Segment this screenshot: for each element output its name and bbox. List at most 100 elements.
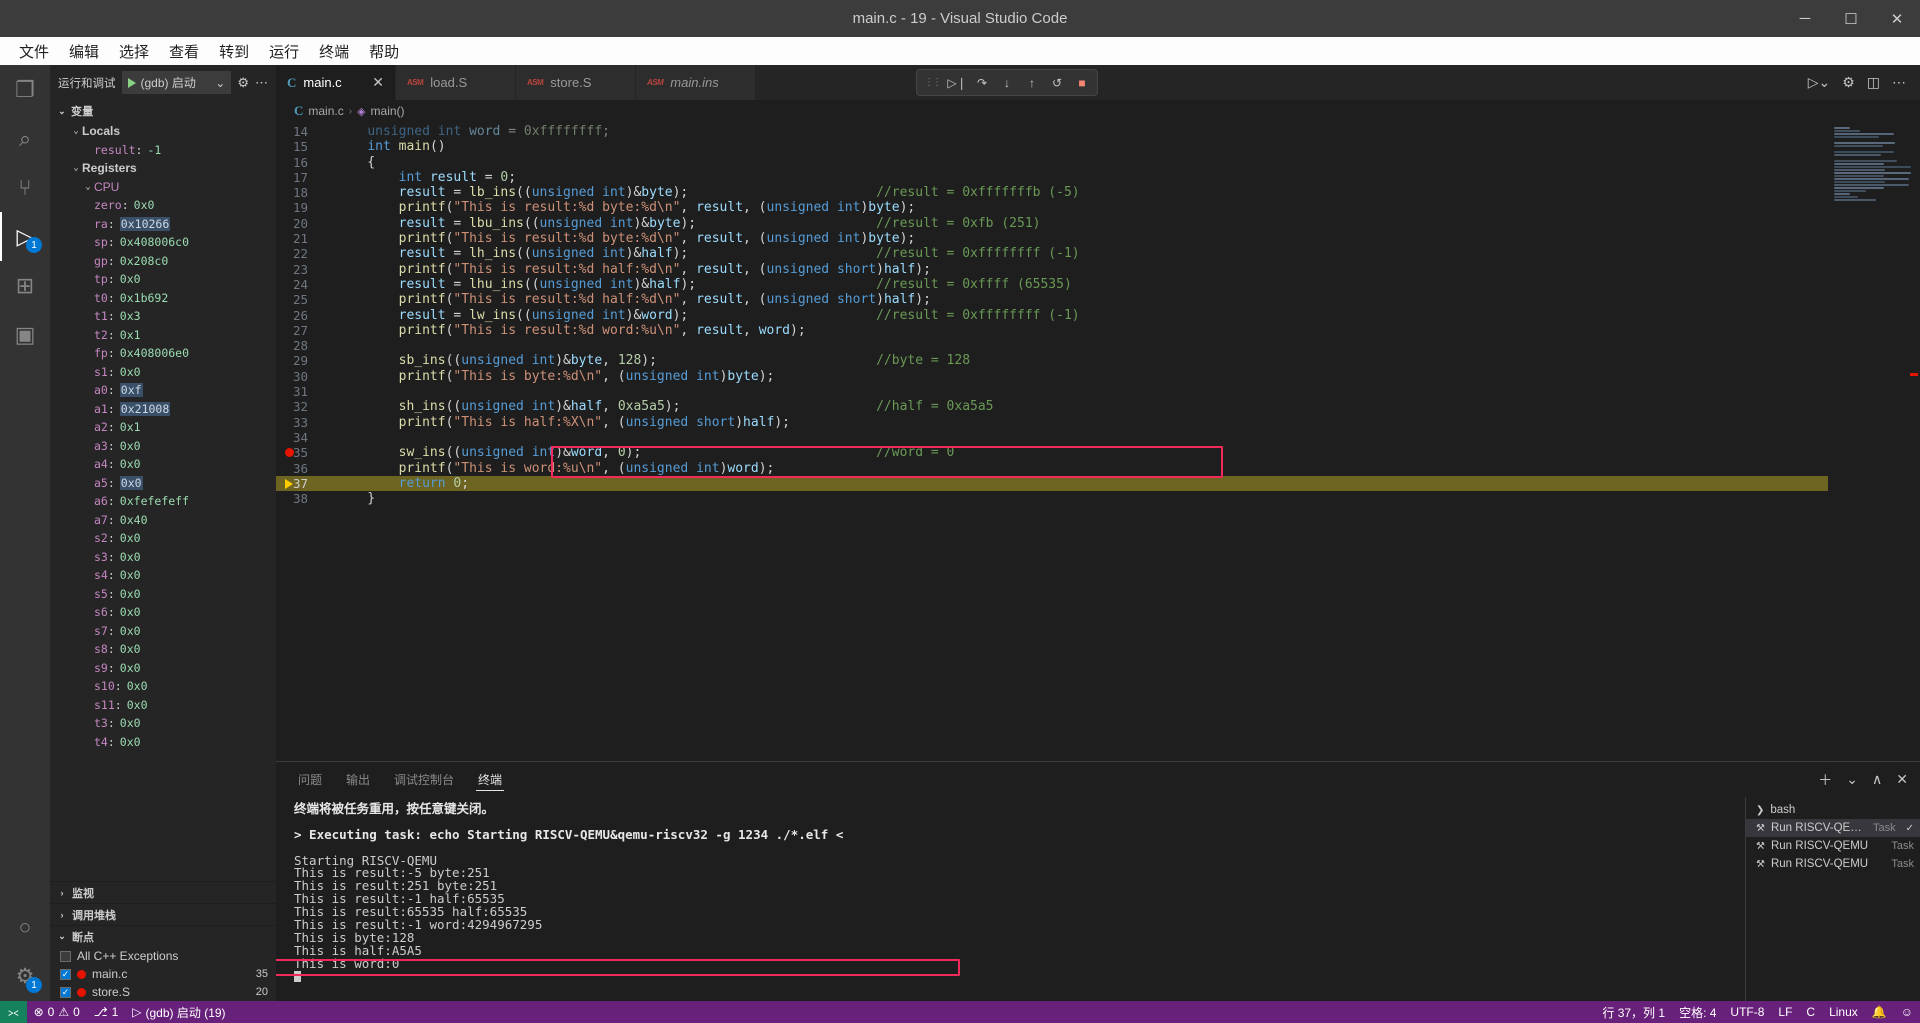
register-row[interactable]: a1:0x21008 [50, 400, 276, 419]
code-line[interactable]: 37 return 0; [276, 476, 1828, 491]
bell-icon[interactable]: 🔔 [1865, 1001, 1894, 1023]
minimap[interactable] [1828, 122, 1920, 761]
panel-tab-2[interactable]: 调试控制台 [392, 762, 456, 797]
register-row[interactable]: a0:0xf [50, 381, 276, 400]
terminal-tab[interactable]: ❯bash [1746, 801, 1920, 819]
register-row[interactable]: s11:0x0 [50, 696, 276, 715]
code-line[interactable]: 18 result = lb_ins((unsigned int)&byte);… [276, 185, 1828, 200]
code-line[interactable]: 25 printf("This is result:%d half:%d\n",… [276, 292, 1828, 307]
breakpoint-checkbox[interactable] [60, 951, 71, 962]
editor-tab-store-S[interactable]: ASMstore.S [516, 65, 636, 100]
register-row[interactable]: t0:0x1b692 [50, 289, 276, 308]
section-breakpoints[interactable]: ⌄ 断点 [50, 925, 276, 947]
code-line[interactable]: 30 printf("This is byte:%d\n", (unsigned… [276, 369, 1828, 384]
code-line[interactable]: 16 { [276, 155, 1828, 170]
panel-tab-0[interactable]: 问题 [296, 762, 324, 797]
menu-item-2[interactable]: 选择 [110, 38, 158, 65]
breakpoint-row[interactable]: All C++ Exceptions [50, 947, 276, 965]
section-variables[interactable]: ⌄ 变量 [50, 100, 276, 122]
breadcrumb-file[interactable]: main.c [308, 104, 343, 118]
cursor-position[interactable]: 行 37，列 1 [1595, 1001, 1672, 1023]
register-row[interactable]: t1:0x3 [50, 307, 276, 326]
activity-search[interactable]: ⌕ [0, 114, 50, 163]
code-line[interactable]: 27 printf("This is result:%d word:%u\n",… [276, 323, 1828, 338]
register-row[interactable]: a6:0xfefefeff [50, 492, 276, 511]
menu-item-5[interactable]: 运行 [260, 38, 308, 65]
breakpoint-row[interactable]: ✓store.S20 [50, 983, 276, 1001]
terminal-tab[interactable]: ⚒Run RISCV-QEMUTask [1746, 837, 1920, 855]
language-mode[interactable]: C [1799, 1001, 1822, 1023]
register-row[interactable]: fp:0x408006e0 [50, 344, 276, 363]
register-row[interactable]: s10:0x0 [50, 677, 276, 696]
register-row[interactable]: tp:0x0 [50, 270, 276, 289]
code-line[interactable]: 14 unsigned int word = 0xffffffff; [276, 124, 1828, 139]
activity-extensions[interactable]: ⊞ [0, 261, 50, 310]
code-line[interactable]: 23 printf("This is result:%d half:%d\n",… [276, 262, 1828, 277]
register-row[interactable]: s2:0x0 [50, 529, 276, 548]
panel-tab-3[interactable]: 终端 [476, 762, 504, 797]
step-over-button[interactable]: ↷ [971, 72, 993, 94]
register-row[interactable]: s3:0x0 [50, 548, 276, 567]
register-row[interactable]: s1:0x0 [50, 363, 276, 382]
restart-button[interactable]: ↺ [1046, 72, 1068, 94]
close-button[interactable]: ✕ [1874, 0, 1920, 37]
register-row[interactable]: gp:0x208c0 [50, 252, 276, 271]
stop-button[interactable]: ■ [1071, 72, 1093, 94]
menu-item-3[interactable]: 查看 [160, 38, 208, 65]
feedback-icon[interactable]: ☺ [1894, 1001, 1920, 1023]
register-row[interactable]: t2:0x1 [50, 326, 276, 345]
activity-remote-explorer[interactable]: ▣ [0, 310, 50, 359]
problems-indicator[interactable]: ⊗ 0 ⚠ 0 [27, 1001, 87, 1023]
code-line[interactable]: 24 result = lhu_ins((unsigned int)&half)… [276, 277, 1828, 292]
editor-tab-load-S[interactable]: ASMload.S [396, 65, 516, 100]
split-editor-icon[interactable]: ◫ [1867, 74, 1880, 91]
ports-indicator[interactable]: ⎇ 1 [87, 1001, 126, 1023]
group-locals[interactable]: ⌄Locals [50, 122, 276, 141]
activity-accounts[interactable]: ○ [0, 903, 50, 952]
menu-item-0[interactable]: 文件 [10, 38, 58, 65]
platform-indicator[interactable]: Linux [1822, 1001, 1865, 1023]
register-row[interactable]: s9:0x0 [50, 659, 276, 678]
register-row[interactable]: a2:0x1 [50, 418, 276, 437]
more-actions-icon[interactable]: ⋯ [1892, 74, 1906, 91]
more-icon[interactable]: ⋯ [255, 75, 268, 91]
step-out-button[interactable]: ↑ [1021, 72, 1043, 94]
code-line[interactable]: 17 int result = 0; [276, 170, 1828, 185]
debug-session-indicator[interactable]: ▷ (gdb) 启动 (19) [125, 1001, 232, 1023]
code-line[interactable]: 38 } [276, 491, 1828, 506]
register-row[interactable]: a5:0x0 [50, 474, 276, 493]
menu-item-4[interactable]: 转到 [210, 38, 258, 65]
menu-item-1[interactable]: 编辑 [60, 38, 108, 65]
activity-run-and-debug[interactable]: ▷1 [0, 212, 50, 261]
indentation[interactable]: 空格: 4 [1672, 1001, 1723, 1023]
code-editor[interactable]: 14 unsigned int word = 0xffffffff;15 int… [276, 122, 1920, 761]
gear-icon[interactable]: ⚙ [237, 75, 249, 91]
register-row[interactable]: s8:0x0 [50, 640, 276, 659]
code-line[interactable]: 31 [276, 384, 1828, 399]
terminal-output[interactable]: 终端将被任务重用，按任意键关闭。 > Executing task: echo … [276, 797, 1745, 1001]
maximize-button[interactable]: ☐ [1828, 0, 1874, 37]
activity-explorer[interactable]: ❐ [0, 65, 50, 114]
code-line[interactable]: 22 result = lh_ins((unsigned int)&half);… [276, 246, 1828, 261]
group-registers[interactable]: ⌄Registers [50, 159, 276, 178]
remote-indicator[interactable]: ⪥ [0, 1001, 27, 1023]
menu-item-7[interactable]: 帮助 [360, 38, 408, 65]
end-of-line[interactable]: LF [1771, 1001, 1799, 1023]
encoding[interactable]: UTF-8 [1723, 1001, 1771, 1023]
breakpoint-checkbox[interactable]: ✓ [60, 969, 71, 980]
continue-button[interactable]: ▷❘ [946, 72, 968, 94]
breakpoint-row[interactable]: ✓main.c35 [50, 965, 276, 983]
split-dropdown-icon[interactable]: ⌄ [1846, 771, 1858, 788]
editor-tab-main-c[interactable]: Cmain.c✕ [276, 65, 396, 100]
register-row[interactable]: a7:0x40 [50, 511, 276, 530]
local-variable[interactable]: result:-1 [50, 141, 276, 160]
code-line[interactable]: 35 sw_ins((unsigned int)&word, 0); //wor… [276, 445, 1828, 460]
code-line[interactable]: 36 printf("This is word:%u\n", (unsigned… [276, 461, 1828, 476]
register-row[interactable]: s5:0x0 [50, 585, 276, 604]
activity-settings[interactable]: ⚙1 [0, 952, 50, 1001]
register-row[interactable]: s6:0x0 [50, 603, 276, 622]
code-line[interactable]: 34 [276, 430, 1828, 445]
minimize-button[interactable]: ─ [1782, 0, 1828, 37]
editor-tab-main-ins[interactable]: ASMmain.ins [636, 65, 756, 100]
code-line[interactable]: 26 result = lw_ins((unsigned int)&word);… [276, 308, 1828, 323]
